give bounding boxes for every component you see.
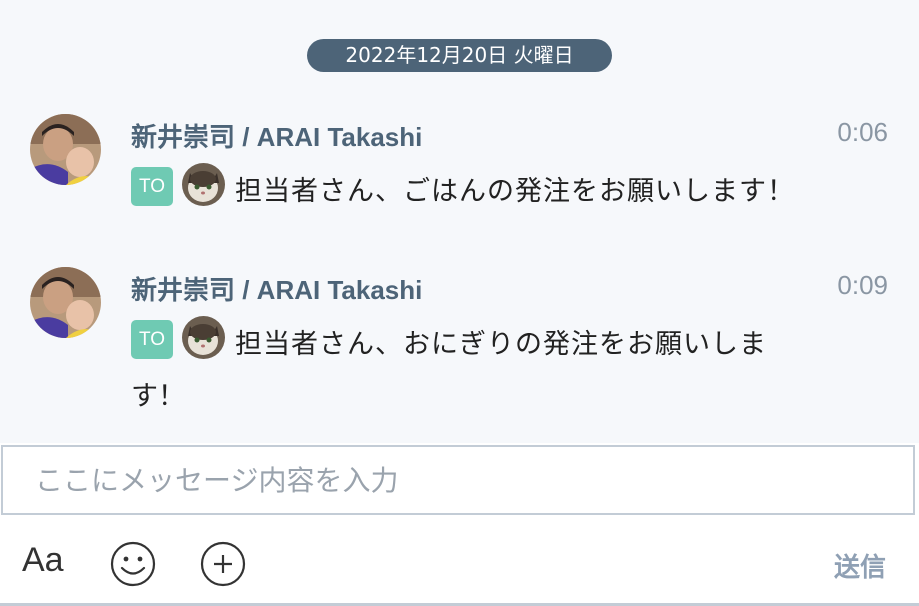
- message-input[interactable]: [3, 447, 919, 513]
- recipient-avatar[interactable]: [182, 163, 225, 206]
- font-format-button[interactable]: Aa: [22, 541, 64, 580]
- composer-toolbar: Aa 送信: [0, 535, 919, 595]
- recipient-avatar[interactable]: [182, 316, 225, 359]
- message-text: 担当者さん、おにぎりの発注をお願いしま: [235, 329, 767, 360]
- sender-avatar[interactable]: [30, 114, 101, 185]
- message-text: 担当者さん、ごはんの発注をお願いします！: [235, 176, 795, 207]
- smiley-icon[interactable]: [109, 540, 157, 592]
- message-composer: Aa 送信: [0, 443, 919, 606]
- chat-window: 2022年12月20日 火曜日 新井崇司 / ARAI Takashi 0:06…: [0, 0, 919, 606]
- message-input-box[interactable]: [1, 445, 919, 515]
- to-badge: TO: [131, 320, 173, 359]
- plus-circle-icon[interactable]: [199, 540, 247, 592]
- message-time: 0:09: [837, 270, 888, 300]
- send-button[interactable]: 送信: [834, 547, 886, 584]
- message-time: 0:06: [837, 117, 888, 147]
- date-divider: 2022年12月20日 火曜日: [307, 39, 612, 72]
- to-badge: TO: [131, 167, 173, 206]
- message-text-continued: す！: [131, 381, 185, 412]
- sender-name[interactable]: 新井崇司 / ARAI Takashi: [131, 270, 422, 307]
- sender-name[interactable]: 新井崇司 / ARAI Takashi: [131, 117, 422, 154]
- sender-avatar[interactable]: [30, 267, 101, 338]
